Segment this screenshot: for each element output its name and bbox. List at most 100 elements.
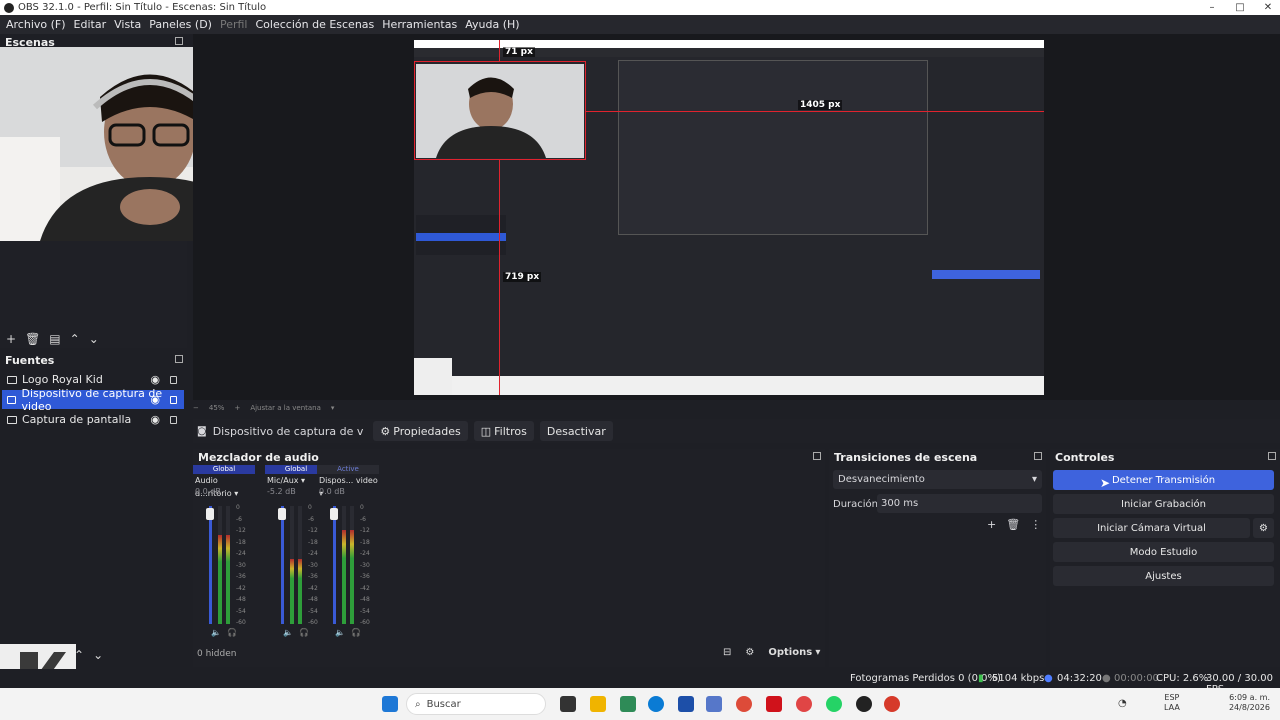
filter-icon: ◫ <box>480 424 492 438</box>
lock-icon[interactable] <box>170 416 177 424</box>
move-down-icon[interactable]: ⌄ <box>93 648 103 662</box>
scenes-list[interactable] <box>0 47 343 348</box>
zoom-fit-select[interactable]: Ajustar a la ventana <box>250 404 321 412</box>
dock-popout-icon[interactable] <box>1268 452 1276 460</box>
scale-tick-label: -30 <box>236 561 246 569</box>
settings-icon[interactable]: ⚙ <box>745 647 754 658</box>
deactivate-button[interactable]: Desactivar <box>539 421 613 441</box>
mute-icon[interactable]: 🔈 <box>211 628 221 637</box>
menu-editar[interactable]: Editar <box>70 18 111 31</box>
zoom-out-icon[interactable]: − <box>193 404 199 412</box>
layout-icon[interactable]: ⊟ <box>723 647 731 658</box>
visibility-icon[interactable]: ◉ <box>150 413 160 426</box>
scale-tick-label: 0 <box>236 504 240 511</box>
dock-popout-icon[interactable] <box>175 37 183 45</box>
lock-icon[interactable] <box>170 376 177 384</box>
maximize-button[interactable]: □ <box>1226 0 1254 15</box>
monitor-icon[interactable]: 🎧 <box>299 628 309 637</box>
calculator-icon[interactable] <box>678 696 694 712</box>
source-item-camera[interactable]: Dispositivo de captura de video ◉ <box>2 387 184 413</box>
lock-icon[interactable] <box>170 396 177 404</box>
source-item-screen[interactable]: Captura de pantalla ◉ <box>2 410 184 429</box>
menu-ayuda[interactable]: Ayuda (H) <box>461 18 523 31</box>
settings-button[interactable]: Ajustes <box>1053 566 1274 586</box>
menu-herramientas[interactable]: Herramientas <box>378 18 461 31</box>
level-meter <box>226 506 230 624</box>
mute-icon[interactable]: 🔈 <box>283 628 293 637</box>
mixer-channel-video: Active Dispos... video ▾ 0.0 dB <box>317 465 379 498</box>
duration-input[interactable]: 300 ms <box>877 494 1042 513</box>
channel-name[interactable]: Audio d...ritorio ▾ <box>193 474 255 498</box>
virtual-camera-button[interactable]: Iniciar Cámara Virtual <box>1053 518 1250 538</box>
studio-mode-button[interactable]: Modo Estudio <box>1053 542 1274 562</box>
menu-perfil[interactable]: Perfil <box>216 18 252 31</box>
volume-knob[interactable] <box>330 508 338 520</box>
network-icon[interactable]: ◔ <box>1118 698 1127 709</box>
app-icon[interactable] <box>766 696 782 712</box>
taskbar-search[interactable]: ⌕ Buscar <box>406 693 546 715</box>
mail-icon[interactable] <box>706 696 722 712</box>
sources-header: Fuentes <box>0 352 187 368</box>
start-recording-button[interactable]: Iniciar Grabación <box>1053 494 1274 514</box>
scale-tick-label: -36 <box>236 573 246 580</box>
chrome-icon[interactable] <box>736 696 752 712</box>
stop-stream-button[interactable]: Detener Transmisión <box>1053 470 1274 490</box>
volume-knob[interactable] <box>206 508 214 520</box>
dock-popout-icon[interactable] <box>175 355 183 363</box>
menu-coleccion[interactable]: Colección de Escenas <box>252 18 379 31</box>
filters-button[interactable]: ◫ Filtros <box>473 421 534 441</box>
scale-tick-label: -60 <box>308 619 318 626</box>
task-view-icon[interactable] <box>560 696 576 712</box>
close-button[interactable]: ✕ <box>1254 0 1280 15</box>
visibility-icon[interactable]: ◉ <box>150 373 160 386</box>
scale-tick-label: -12 <box>308 527 318 534</box>
add-icon[interactable]: + <box>987 518 996 531</box>
clock[interactable]: 6:09 a. m. 24/8/2026 <box>1204 693 1270 713</box>
move-up-icon[interactable]: ⌃ <box>70 332 80 346</box>
windows-start-icon[interactable] <box>382 696 398 712</box>
clock-date: 24/8/2026 <box>1228 703 1270 712</box>
level-meter <box>290 506 294 624</box>
volume-slider[interactable] <box>209 506 212 624</box>
whatsapp-icon[interactable] <box>826 696 842 712</box>
options-button[interactable]: Options ▾ <box>768 647 820 658</box>
distance-bottom-label: 719 px <box>503 272 542 282</box>
mute-icon[interactable]: 🔈 <box>335 628 345 637</box>
move-down-icon[interactable]: ⌄ <box>89 332 99 346</box>
monitor-icon[interactable]: 🎧 <box>351 628 361 637</box>
trash-icon[interactable]: 🗑 <box>1006 518 1020 531</box>
obs-taskbar-icon[interactable] <box>856 696 872 712</box>
more-icon[interactable]: ⋮ <box>1030 518 1041 531</box>
trash-icon[interactable]: 🗑 <box>25 332 40 346</box>
menu-paneles[interactable]: Paneles (D) <box>145 18 216 31</box>
dock-popout-icon[interactable] <box>813 452 821 460</box>
menu-archivo[interactable]: Archivo (F) <box>2 18 70 31</box>
monitor-icon[interactable]: 🎧 <box>227 628 237 637</box>
gear-icon: ⚙ <box>380 424 391 438</box>
app2-icon[interactable] <box>884 696 900 712</box>
filter-icon[interactable]: ▤ <box>49 332 60 346</box>
chevron-down-icon[interactable]: ▾ <box>331 404 335 412</box>
add-icon[interactable]: + <box>6 332 16 346</box>
move-up-icon[interactable]: ⌃ <box>74 648 84 662</box>
browser-icon[interactable] <box>796 696 812 712</box>
language-indicator[interactable]: ESP LAA <box>1164 693 1180 713</box>
channel-name[interactable]: Dispos... video ▾ <box>317 474 379 498</box>
zoom-in-icon[interactable]: + <box>234 404 240 412</box>
volume-knob[interactable] <box>278 508 286 520</box>
menu-vista[interactable]: Vista <box>110 18 145 31</box>
selected-source-name: Dispositivo de captura de v <box>212 424 364 438</box>
properties-button[interactable]: ⚙ Propiedades <box>373 421 468 441</box>
file-explorer-icon[interactable] <box>590 696 606 712</box>
store-icon[interactable] <box>620 696 636 712</box>
minimize-button[interactable]: – <box>1198 0 1226 15</box>
gear-icon[interactable]: ⚙ <box>1253 518 1274 538</box>
transition-select[interactable]: Desvanecimiento ▾ <box>833 470 1042 489</box>
level-meter <box>298 506 302 624</box>
meter-fill <box>290 559 294 624</box>
dock-popout-icon[interactable] <box>1034 452 1042 460</box>
visibility-icon[interactable]: ◉ <box>150 393 160 406</box>
volume-slider[interactable] <box>333 506 336 624</box>
volume-slider[interactable] <box>281 506 284 624</box>
edge-icon[interactable] <box>648 696 664 712</box>
